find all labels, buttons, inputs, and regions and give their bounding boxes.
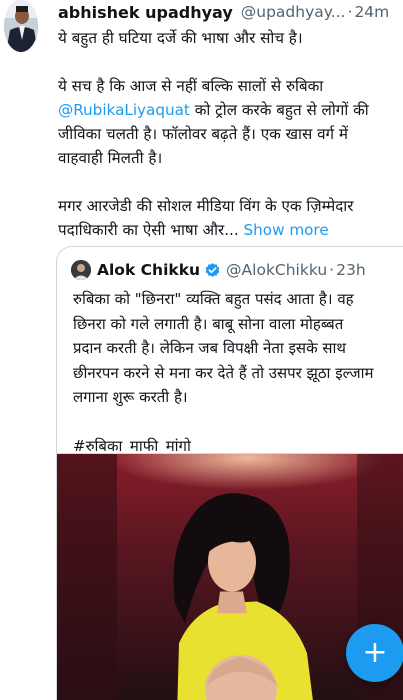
author-avatar[interactable] [4, 0, 38, 52]
author-handle[interactable]: @upadhyay... [241, 3, 346, 21]
show-more-link[interactable]: Show more [244, 221, 329, 239]
tweet-body: ये बहुत ही घटिया दर्जे की भाषा और सोच है… [58, 26, 397, 242]
quoted-line: प्रदान करती है। लेकिन जब विपक्षी नेता इस… [73, 339, 346, 357]
separator-dot: · [347, 3, 353, 21]
compose-button[interactable]: + [346, 624, 403, 682]
tweet-line: जीविका चलती है। फॉलोवर बढ़ते हैं। एक खास… [58, 125, 348, 143]
quoted-author-avatar[interactable] [71, 260, 91, 280]
author-name[interactable]: abhishek upadhyay [58, 3, 233, 22]
verified-badge-icon [205, 262, 220, 277]
tweet-line-text: पदाधिकारी का ऐसी भाषा और... [58, 221, 239, 239]
separator-dot: · [329, 261, 335, 279]
quoted-line: छीनरपन करने से मना कर देते हैं तो उसपर झ… [73, 363, 374, 382]
tweet-timestamp[interactable]: 24m [354, 3, 389, 21]
tweet[interactable]: abhishek upadhyay @upadhyay... · 24m ये … [0, 0, 403, 700]
quoted-timestamp[interactable]: 23h [336, 261, 366, 279]
quoted-line: रुबिका को "छिनरा" व्यक्ति बहुत पसंद आता … [73, 290, 354, 308]
quoted-tweet[interactable]: Alok Chikku @AlokChikku · 23h रुबिका को … [56, 246, 403, 700]
tweet-line: वाहवाही मिलती है। [58, 149, 163, 167]
mention-link[interactable]: @RubikaLiyaquat [58, 101, 190, 119]
quoted-author-name[interactable]: Alok Chikku [97, 261, 200, 279]
tweet-line: ये बहुत ही घटिया दर्जे की भाषा और सोच है… [58, 29, 303, 47]
tweet-line: ये सच है कि आज से नहीं बल्कि सालों से रु… [58, 77, 324, 95]
compose-plus-icon: + [362, 635, 388, 670]
quoted-line: लगाना शुरू करती है। [73, 388, 188, 406]
quoted-line: छिनरा को गले लगाती है। बाबू सोना वाला मो… [73, 314, 344, 333]
tweet-line: मगर आरजेडी की सोशल मीडिया विंग के एक ज़ि… [58, 197, 354, 215]
tweet-line-text: को ट्रोल करके बहुत से लोगों की [189, 101, 369, 119]
tweet-header: abhishek upadhyay @upadhyay... · 24m [58, 1, 395, 23]
quoted-tweet-body: रुबिका को "छिनरा" व्यक्ति बहुत पसंद आता … [73, 287, 387, 459]
tweet-line: पदाधिकारी का ऐसी भाषा और... Show more [58, 218, 397, 242]
tweet-line: @RubikaLiyaquat को ट्रोल करके बहुत से लो… [58, 98, 397, 122]
quoted-tweet-header: Alok Chikku @AlokChikku · 23h [71, 258, 399, 282]
quoted-author-handle[interactable]: @AlokChikku [226, 261, 327, 279]
